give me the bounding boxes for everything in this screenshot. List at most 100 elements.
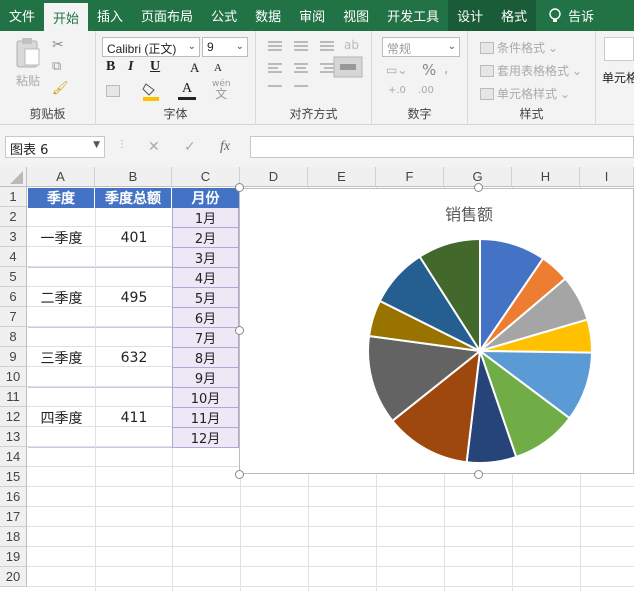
select-all-corner[interactable] bbox=[0, 167, 27, 187]
resize-handle-left[interactable] bbox=[235, 326, 244, 335]
month-cell[interactable]: 9月 bbox=[172, 368, 239, 388]
column-header-b[interactable]: B bbox=[95, 167, 172, 187]
row-header-1[interactable]: 1 bbox=[0, 187, 27, 207]
paste-button[interactable]: 粘贴 bbox=[10, 37, 46, 88]
resize-handle-bottom[interactable] bbox=[474, 470, 483, 479]
column-header-e[interactable]: E bbox=[308, 167, 376, 187]
fill-color-icon[interactable] bbox=[142, 81, 160, 101]
insert-function-button[interactable]: fx bbox=[220, 139, 230, 155]
tab-file[interactable]: 文件 bbox=[0, 0, 44, 31]
row-header-5[interactable]: 5 bbox=[0, 267, 27, 287]
month-cell[interactable]: 1月 bbox=[172, 208, 239, 228]
total-cell[interactable]: 495 bbox=[95, 268, 172, 328]
row-header-14[interactable]: 14 bbox=[0, 447, 27, 467]
cut-icon[interactable]: ✂ bbox=[52, 37, 64, 53]
total-cell[interactable]: 411 bbox=[95, 388, 172, 448]
row-header-17[interactable]: 17 bbox=[0, 507, 27, 527]
row-header-9[interactable]: 9 bbox=[0, 347, 27, 367]
tab-format[interactable]: 格式 bbox=[492, 0, 537, 31]
month-cell[interactable]: 10月 bbox=[172, 388, 239, 408]
tab-formulas[interactable]: 公式 bbox=[202, 0, 246, 31]
row-header-18[interactable]: 18 bbox=[0, 527, 27, 547]
cancel-button[interactable]: ✕ bbox=[148, 139, 160, 155]
formula-input[interactable] bbox=[250, 136, 634, 158]
quarter-cell[interactable]: 一季度 bbox=[28, 208, 95, 268]
month-cell[interactable]: 12月 bbox=[172, 428, 239, 448]
font-color-button[interactable]: A bbox=[178, 81, 196, 101]
row-header-15[interactable]: 15 bbox=[0, 467, 27, 487]
currency-icon[interactable]: ▭⌄ bbox=[386, 63, 407, 77]
row-header-10[interactable]: 10 bbox=[0, 367, 27, 387]
tab-insert[interactable]: 插入 bbox=[88, 0, 132, 31]
shrink-font-button[interactable]: A bbox=[214, 62, 222, 74]
header-total[interactable]: 季度总额 bbox=[95, 188, 172, 208]
tab-design[interactable]: 设计 bbox=[448, 0, 493, 31]
row-header-19[interactable]: 19 bbox=[0, 547, 27, 567]
comma-icon[interactable]: , bbox=[444, 61, 448, 77]
row-header-7[interactable]: 7 bbox=[0, 307, 27, 327]
number-format-select[interactable]: 常规 ⌄ bbox=[382, 37, 460, 57]
month-cell[interactable]: 11月 bbox=[172, 408, 239, 428]
italic-button[interactable]: I bbox=[128, 59, 133, 75]
border-icon[interactable] bbox=[106, 85, 120, 100]
row-header-16[interactable]: 16 bbox=[0, 487, 27, 507]
underline-button[interactable]: U bbox=[150, 59, 160, 75]
resize-handle-top[interactable] bbox=[474, 183, 483, 192]
quarter-cell[interactable]: 三季度 bbox=[28, 328, 95, 388]
cell-styles-button[interactable]: 单元格样式 ⌄ bbox=[480, 85, 570, 102]
row-header-3[interactable]: 3 bbox=[0, 227, 27, 247]
month-cell[interactable]: 4月 bbox=[172, 268, 239, 288]
increase-decimal-icon[interactable]: +.0 bbox=[388, 85, 406, 96]
copy-icon[interactable]: ⧉ bbox=[52, 59, 61, 74]
row-header-20[interactable]: 20 bbox=[0, 567, 27, 587]
tab-home[interactable]: 开始 bbox=[44, 3, 89, 31]
decrease-decimal-icon[interactable]: .00 bbox=[418, 85, 434, 96]
font-name-select[interactable]: Calibri (正文) ⌄ bbox=[102, 37, 200, 57]
row-header-6[interactable]: 6 bbox=[0, 287, 27, 307]
month-cell[interactable]: 2月 bbox=[172, 228, 239, 248]
resize-handle-bottom-left[interactable] bbox=[235, 470, 244, 479]
pie-chart[interactable]: 销售额 bbox=[239, 188, 634, 474]
more-options-icon[interactable]: ⋮ bbox=[117, 139, 127, 150]
column-header-h[interactable]: H bbox=[512, 167, 580, 187]
row-header-2[interactable]: 2 bbox=[0, 207, 27, 227]
format-as-table-button[interactable]: 套用表格格式 ⌄ bbox=[480, 62, 582, 79]
month-cell[interactable]: 6月 bbox=[172, 308, 239, 328]
tab-review[interactable]: 审阅 bbox=[290, 0, 334, 31]
quarter-cell[interactable]: 四季度 bbox=[28, 388, 95, 448]
month-cell[interactable]: 3月 bbox=[172, 248, 239, 268]
quarter-cell[interactable]: 二季度 bbox=[28, 268, 95, 328]
enter-button[interactable]: ✓ bbox=[184, 139, 196, 155]
phonetic-button[interactable]: wén 文 bbox=[212, 79, 231, 101]
row-header-11[interactable]: 11 bbox=[0, 387, 27, 407]
cells-button[interactable] bbox=[604, 37, 634, 61]
column-header-i[interactable]: I bbox=[580, 167, 634, 187]
month-cell[interactable]: 8月 bbox=[172, 348, 239, 368]
month-cell[interactable]: 7月 bbox=[172, 328, 239, 348]
format-painter-icon[interactable]: 🖌 bbox=[52, 81, 69, 96]
header-month[interactable]: 月份 bbox=[172, 188, 239, 208]
worksheet-grid[interactable]: A B C D E F G H I 1 2 3 4 5 6 7 8 9 10 1… bbox=[0, 167, 634, 591]
tab-page-layout[interactable]: 页面布局 bbox=[132, 0, 202, 31]
resize-handle-top-left[interactable] bbox=[235, 183, 244, 192]
tab-data[interactable]: 数据 bbox=[246, 0, 290, 31]
month-cell[interactable]: 5月 bbox=[172, 288, 239, 308]
column-header-f[interactable]: F bbox=[376, 167, 444, 187]
tab-view[interactable]: 视图 bbox=[334, 0, 378, 31]
percent-button[interactable]: % bbox=[422, 61, 436, 79]
total-cell[interactable]: 401 bbox=[95, 208, 172, 268]
name-box[interactable]: 图表 6 ▼ bbox=[5, 136, 105, 158]
grow-font-button[interactable]: A bbox=[190, 60, 199, 76]
row-header-4[interactable]: 4 bbox=[0, 247, 27, 267]
row-header-12[interactable]: 12 bbox=[0, 407, 27, 427]
row-header-13[interactable]: 13 bbox=[0, 427, 27, 447]
total-cell[interactable]: 632 bbox=[95, 328, 172, 388]
conditional-formatting-button[interactable]: 条件格式 ⌄ bbox=[480, 39, 558, 56]
column-header-a[interactable]: A bbox=[27, 167, 95, 187]
font-size-select[interactable]: 9 ⌄ bbox=[202, 37, 248, 57]
bold-button[interactable]: B bbox=[106, 59, 115, 75]
column-header-c[interactable]: C bbox=[172, 167, 240, 187]
tab-developer[interactable]: 开发工具 bbox=[378, 0, 448, 31]
column-header-d[interactable]: D bbox=[240, 167, 308, 187]
tell-me-box[interactable]: 告诉 bbox=[536, 0, 603, 31]
